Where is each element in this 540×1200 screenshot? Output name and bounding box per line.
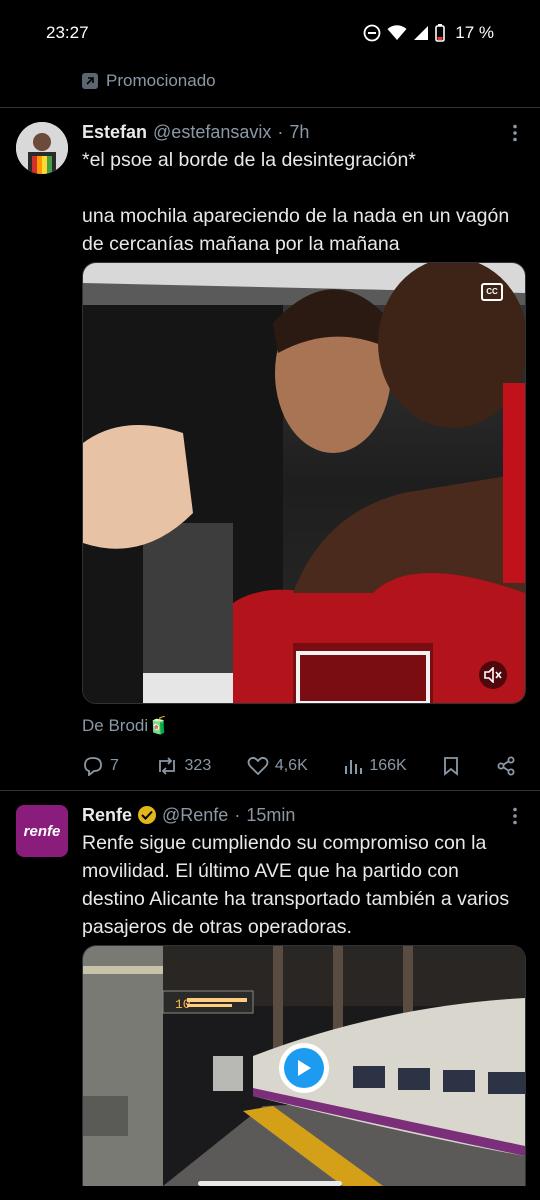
repost-icon xyxy=(158,757,175,775)
battery-percent: 17 % xyxy=(455,23,494,42)
like-button[interactable]: 4,6K xyxy=(247,756,308,776)
post-text-line2: una mochila apareciendo de la nada en un… xyxy=(82,205,510,255)
status-bar: 23:27 17 % xyxy=(0,0,540,66)
more-options-icon[interactable] xyxy=(512,807,518,829)
dot-separator: · xyxy=(277,121,284,142)
post-video[interactable]: 10 xyxy=(82,945,526,1186)
wifi-icon xyxy=(387,25,407,40)
play-icon xyxy=(284,1048,324,1088)
play-button[interactable] xyxy=(279,1043,329,1093)
like-count: 4,6K xyxy=(274,757,308,774)
promoted-label: Promocionado xyxy=(82,70,216,92)
battery-icon xyxy=(435,24,446,42)
dot-separator: · xyxy=(234,804,241,825)
status-time: 23:27 xyxy=(46,23,89,42)
post-video[interactable]: CC xyxy=(82,262,526,704)
bookmark-icon xyxy=(444,757,459,776)
post-header: Estefan @estefansavix · 7h xyxy=(82,120,516,144)
post-time[interactable]: 7h xyxy=(289,122,309,143)
status-icons xyxy=(363,24,446,42)
renfe-logo: renfe xyxy=(23,822,61,840)
author-handle[interactable]: @Renfe xyxy=(162,805,228,826)
video-frame xyxy=(83,263,525,703)
home-indicator[interactable] xyxy=(198,1181,342,1186)
verified-badge-icon[interactable] xyxy=(138,806,157,824)
captions-icon[interactable]: CC xyxy=(481,283,503,301)
more-options-icon[interactable] xyxy=(512,124,518,146)
views-icon xyxy=(345,760,363,774)
post-text-line1: *el psoe al borde de la desintegración* xyxy=(82,149,416,171)
reply-icon xyxy=(84,757,102,776)
reply-button[interactable]: 7 xyxy=(82,756,119,776)
avatar[interactable] xyxy=(16,122,68,174)
views-button[interactable]: 166K xyxy=(343,756,407,776)
action-bar: 7 323 4,6K 166K xyxy=(82,752,516,780)
post-time[interactable]: 15min xyxy=(246,805,295,826)
bookmark-button[interactable] xyxy=(442,756,460,776)
repost-count: 323 xyxy=(184,757,212,774)
post-estefan[interactable]: Estefan @estefansavix · 7h *el psoe al b… xyxy=(0,108,540,790)
post-renfe[interactable]: renfe Renfe @Renfe · 15min Renfe sigue c… xyxy=(0,791,540,1200)
views-count: 166K xyxy=(369,757,407,774)
avatar[interactable]: renfe xyxy=(16,805,68,857)
promoted-icon xyxy=(82,73,98,89)
repost-button[interactable]: 323 xyxy=(155,756,212,776)
reply-count: 7 xyxy=(110,757,119,774)
author-name[interactable]: Estefan xyxy=(82,122,147,143)
share-icon xyxy=(497,756,515,776)
author-name[interactable]: Renfe xyxy=(82,805,132,826)
heart-icon xyxy=(247,756,269,776)
signal-icon xyxy=(414,26,429,40)
mute-icon[interactable] xyxy=(479,661,507,689)
post-text: Renfe sigue cumpliendo su compromiso con… xyxy=(82,832,510,938)
post-header: Renfe @Renfe · 15min xyxy=(82,803,516,827)
media-source[interactable]: De Brodi🧃 xyxy=(82,716,169,736)
status-right: 17 % xyxy=(363,23,494,43)
promoted-text: Promocionado xyxy=(106,71,216,90)
do-not-disturb-icon xyxy=(363,24,381,42)
share-button[interactable] xyxy=(496,756,516,776)
author-handle[interactable]: @estefansavix xyxy=(153,122,271,143)
